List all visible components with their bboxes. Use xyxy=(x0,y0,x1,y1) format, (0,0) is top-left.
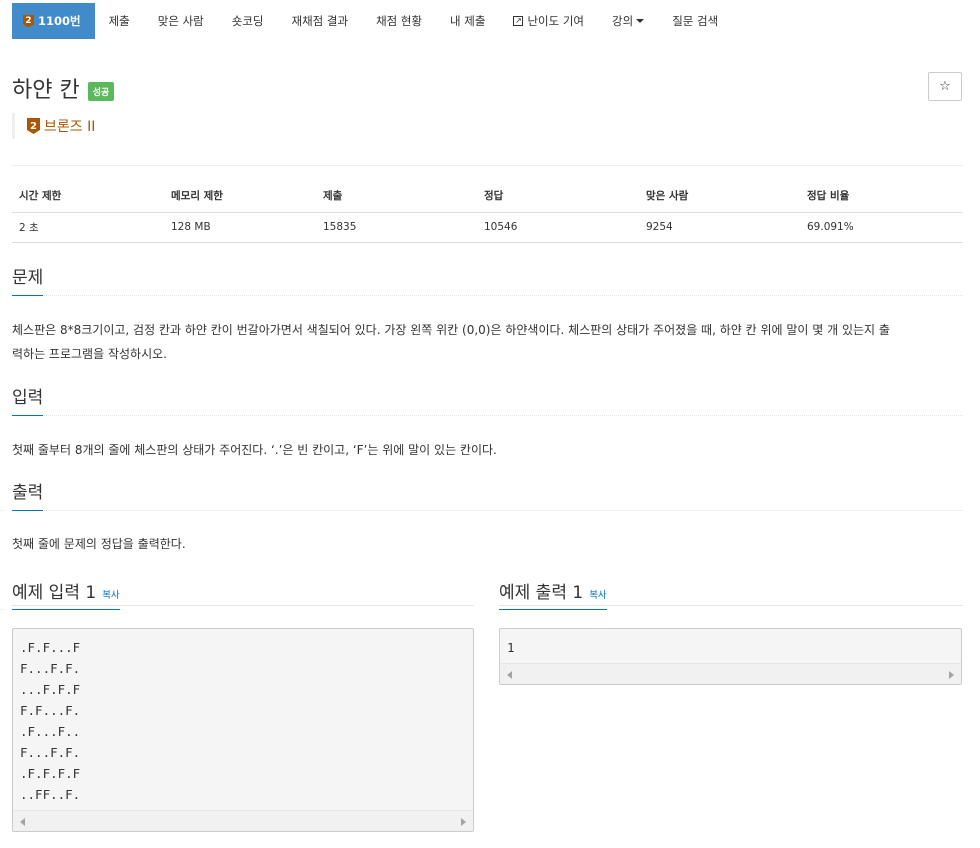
copy-output-button[interactable]: 복사 xyxy=(589,590,606,601)
output-section-header: 출력 xyxy=(12,483,963,511)
sample-line: ..FF..F. xyxy=(20,787,81,802)
tab-label: 내 제출 xyxy=(450,14,486,28)
tab-question-search[interactable]: 질문 검색 xyxy=(658,3,732,39)
sample-output-box[interactable]: 1 xyxy=(499,628,962,685)
sample-input-box[interactable]: .F.F...F F...F.F. ...F.F.F F.F...F. .F...F..… xyxy=(12,628,474,832)
horizontal-scrollbar[interactable] xyxy=(500,663,961,684)
sample-line: F.F...F. xyxy=(20,703,81,718)
tab-lectures-dropdown[interactable]: 강의 xyxy=(598,3,658,39)
problem-title-row: 하얀 칸 성공 xyxy=(12,72,115,104)
table-cell: 10546 xyxy=(477,212,639,243)
tab-label: 1100번 xyxy=(38,14,81,28)
input-section-header: 입력 xyxy=(12,388,963,416)
problem-nav-tabs: 2 1100번 제출 맞은 사람 숏코딩 재채점 결과 채점 현황 내 제출 ↗… xyxy=(12,3,963,39)
output-description-text: 첫째 줄에 문제의 정답을 출력한다. xyxy=(12,537,186,551)
column-header: 맞은 사람 xyxy=(639,180,800,213)
tab-label: 질문 검색 xyxy=(672,14,719,28)
sample-line: 1 xyxy=(507,640,515,655)
table-cell: 69.091% xyxy=(800,212,963,243)
scroll-left-icon[interactable] xyxy=(20,818,25,826)
description-text: 체스판은 8*8크기이고, 검정 칸과 하얀 칸이 번갈아가면서 색칠되어 있다… xyxy=(12,318,963,366)
column-header: 제출 xyxy=(316,180,477,213)
sample-output-content: 1 xyxy=(500,629,961,658)
bronze-medal-icon: 2 xyxy=(23,14,34,28)
tab-label: 재채점 결과 xyxy=(291,14,349,28)
sample-input-content: .F.F...F F...F.F. ...F.F.F F.F...F. .F...F..… xyxy=(13,629,473,805)
tab-label: 채점 현황 xyxy=(376,14,423,28)
tab-label: 난이도 기여 xyxy=(527,14,585,28)
tab-label: 숏코딩 xyxy=(231,14,264,28)
tab-label: 강의 xyxy=(612,14,634,28)
star-icon: ☆ xyxy=(939,79,951,94)
table-row: 2 초 128 MB 15835 10546 9254 69.091% xyxy=(12,212,963,243)
external-link-icon: ↗ xyxy=(513,16,524,26)
input-description-text: 첫째 줄부터 8개의 줄에 체스판의 상태가 주어진다. ‘.’은 빈 칸이고,… xyxy=(12,443,497,457)
problem-tier[interactable]: 2 브론즈 II xyxy=(12,113,95,139)
sample-output-header: 예제 출력 1 복사 xyxy=(499,578,963,610)
tab-my-submissions[interactable]: 내 제출 xyxy=(436,3,499,39)
tab-difficulty-contribution[interactable]: ↗ 난이도 기여 xyxy=(499,3,598,39)
sample-line: ...F.F.F xyxy=(20,682,81,697)
sample-line: F...F.F. xyxy=(20,745,81,760)
horizontal-scrollbar[interactable] xyxy=(13,810,473,831)
table-cell: 128 MB xyxy=(164,212,316,243)
copy-input-button[interactable]: 복사 xyxy=(102,590,119,601)
sample-output-title: 예제 출력 1 xyxy=(499,583,584,603)
sample-input-header: 예제 입력 1 복사 xyxy=(12,578,474,610)
caret-down-icon xyxy=(636,19,645,23)
status-badge: 성공 xyxy=(87,81,115,101)
tab-short-coding[interactable]: 숏코딩 xyxy=(218,3,278,39)
sample-line: F...F.F. xyxy=(20,661,81,676)
tab-rejudge-results[interactable]: 재채점 결과 xyxy=(278,3,363,39)
section-heading: 입력 xyxy=(12,388,44,416)
column-header: 메모리 제한 xyxy=(164,180,316,213)
table-cell: 2 초 xyxy=(12,212,164,243)
table-cell: 15835 xyxy=(316,212,477,243)
sample-title-underline: 예제 입력 1 복사 xyxy=(12,578,120,610)
tier-label: 브론즈 II xyxy=(44,119,96,135)
divider xyxy=(12,165,963,166)
section-heading: 문제 xyxy=(12,268,44,296)
sample-line: .F.F...F xyxy=(20,640,81,655)
sample-title-underline: 예제 출력 1 복사 xyxy=(499,578,607,610)
table-cell: 9254 xyxy=(639,212,800,243)
description-line: 력하는 프로그램을 작성하시오. xyxy=(12,347,167,361)
tab-judge-status[interactable]: 채점 현황 xyxy=(362,3,436,39)
problem-info-table: 시간 제한 메모리 제한 제출 정답 맞은 사람 정답 비율 2 초 128 M… xyxy=(12,180,963,243)
table-header-row: 시간 제한 메모리 제한 제출 정답 맞은 사람 정답 비율 xyxy=(12,180,963,213)
scroll-right-icon[interactable] xyxy=(461,818,466,826)
tab-label: 제출 xyxy=(108,14,130,28)
favorite-star-button[interactable]: ☆ xyxy=(928,72,962,101)
page-title: 하얀 칸 xyxy=(12,78,80,103)
sample-input-title: 예제 입력 1 xyxy=(12,583,97,603)
scroll-right-icon[interactable] xyxy=(949,671,954,679)
tab-label: 맞은 사람 xyxy=(157,14,204,28)
tab-problem-number[interactable]: 2 1100번 xyxy=(12,3,95,39)
tab-accepted-users[interactable]: 맞은 사람 xyxy=(144,3,218,39)
description-line: 체스판은 8*8크기이고, 검정 칸과 하얀 칸이 번갈아가면서 색칠되어 있다… xyxy=(12,323,890,337)
bronze-medal-icon: 2 xyxy=(27,118,40,134)
description-section-header: 문제 xyxy=(12,268,963,296)
sample-line: .F.F.F.F xyxy=(20,766,81,781)
section-heading: 출력 xyxy=(12,483,44,511)
column-header: 시간 제한 xyxy=(12,180,164,213)
scroll-left-icon[interactable] xyxy=(507,671,512,679)
column-header: 정답 xyxy=(477,180,639,213)
column-header: 정답 비율 xyxy=(800,180,963,213)
sample-line: .F...F.. xyxy=(20,724,81,739)
tab-submit[interactable]: 제출 xyxy=(95,3,144,39)
